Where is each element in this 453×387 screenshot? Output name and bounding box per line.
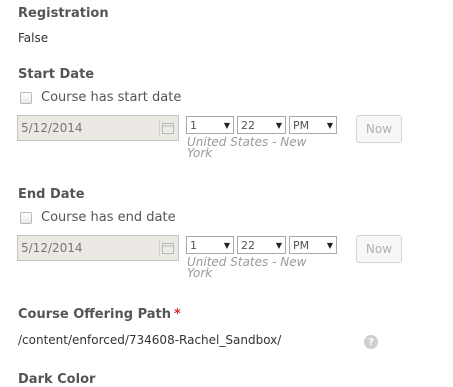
required-marker: * bbox=[174, 307, 181, 322]
start-date-checkbox-row[interactable]: Course has start date bbox=[20, 90, 181, 105]
start-date-checkbox-label: Course has start date bbox=[41, 90, 182, 105]
course-offering-path-value: /content/enforced/734608-Rachel_Sandbox/ bbox=[18, 333, 282, 347]
end-date-label: End Date bbox=[18, 187, 85, 202]
end-date-checkbox[interactable] bbox=[20, 211, 32, 224]
course-offering-path-label: Course Offering Path * bbox=[18, 307, 181, 322]
start-date-value: 5/12/2014 bbox=[21, 121, 83, 135]
end-timezone-line2: York bbox=[187, 266, 213, 280]
dark-color-label: Dark Color bbox=[18, 372, 96, 387]
start-date-checkbox[interactable] bbox=[20, 91, 32, 104]
end-hour-value: 1 bbox=[190, 238, 197, 252]
registration-value: False bbox=[18, 31, 49, 45]
chevron-down-icon: ▼ bbox=[326, 120, 333, 130]
end-date-checkbox-label: Course has end date bbox=[41, 210, 176, 225]
start-minute-value: 22 bbox=[241, 118, 255, 132]
end-ampm-value: PM bbox=[293, 238, 310, 252]
chevron-down-icon: ▼ bbox=[275, 120, 282, 130]
end-now-button[interactable]: Now bbox=[356, 235, 402, 263]
end-hour-select[interactable]: 1 ▼ bbox=[186, 236, 234, 254]
course-offering-path-label-text: Course Offering Path bbox=[18, 307, 171, 322]
end-date-value: 5/12/2014 bbox=[21, 241, 83, 255]
question-icon[interactable]: ? bbox=[364, 335, 378, 349]
calendar-icon[interactable] bbox=[159, 119, 176, 137]
start-timezone-line2: York bbox=[187, 146, 213, 160]
chevron-down-icon: ▼ bbox=[275, 240, 282, 250]
start-hour-select[interactable]: 1 ▼ bbox=[186, 116, 234, 134]
end-minute-value: 22 bbox=[241, 238, 255, 252]
end-date-checkbox-row[interactable]: Course has end date bbox=[20, 210, 176, 225]
start-date-input[interactable]: 5/12/2014 bbox=[17, 115, 179, 141]
start-hour-value: 1 bbox=[190, 118, 197, 132]
end-ampm-select[interactable]: PM ▼ bbox=[289, 236, 337, 254]
start-date-label: Start Date bbox=[18, 67, 95, 82]
chevron-down-icon: ▼ bbox=[223, 240, 230, 250]
start-ampm-value: PM bbox=[293, 118, 310, 132]
calendar-icon[interactable] bbox=[159, 239, 176, 257]
chevron-down-icon: ▼ bbox=[326, 240, 333, 250]
start-minute-select[interactable]: 22 ▼ bbox=[237, 116, 286, 134]
start-ampm-select[interactable]: PM ▼ bbox=[289, 116, 337, 134]
start-now-button[interactable]: Now bbox=[356, 115, 402, 143]
end-date-input[interactable]: 5/12/2014 bbox=[17, 235, 179, 261]
chevron-down-icon: ▼ bbox=[223, 120, 230, 130]
end-minute-select[interactable]: 22 ▼ bbox=[237, 236, 286, 254]
registration-label: Registration bbox=[18, 6, 109, 21]
